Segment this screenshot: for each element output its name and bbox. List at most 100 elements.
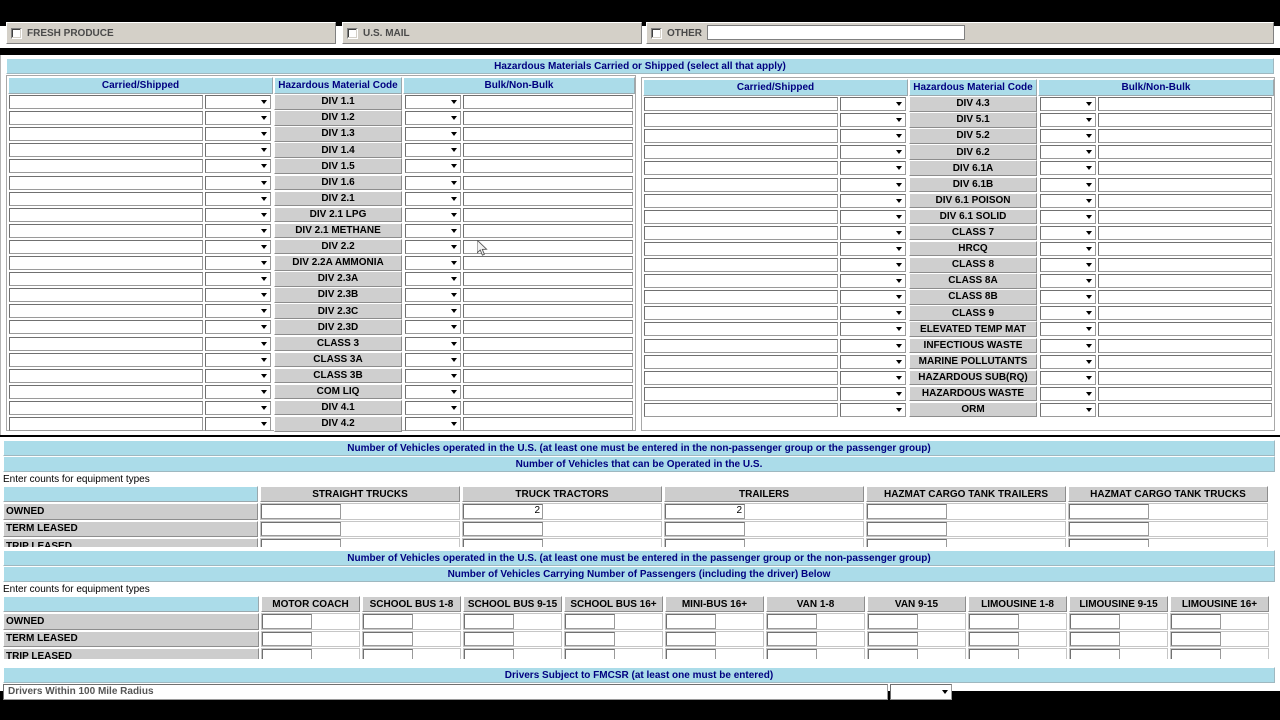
cargo-item-fresh-produce[interactable]: FRESH PRODUCE <box>6 22 336 44</box>
hazmat-right-carried-input[interactable] <box>644 161 838 176</box>
passenger-count-input[interactable] <box>868 614 918 629</box>
hazmat-right-carried-input[interactable] <box>644 193 838 208</box>
hazmat-left-carried-input[interactable] <box>9 239 203 254</box>
hazmat-left-carried-input[interactable] <box>9 320 203 335</box>
hazmat-right-carried-input[interactable] <box>644 402 838 417</box>
hazmat-left-bulk-input[interactable] <box>463 175 633 190</box>
hazmat-left-bulk-input[interactable] <box>463 143 633 158</box>
nonpassenger-count-input[interactable] <box>1069 521 1149 536</box>
hazmat-right-bulk-select[interactable] <box>1040 354 1096 369</box>
hazmat-left-carried-select[interactable] <box>205 207 271 222</box>
passenger-count-input[interactable] <box>1171 631 1221 646</box>
hazmat-right-bulk-input[interactable] <box>1098 129 1272 144</box>
hazmat-right-carried-select[interactable] <box>840 113 906 128</box>
hazmat-right-carried-select[interactable] <box>840 177 906 192</box>
hazmat-right-bulk-input[interactable] <box>1098 97 1272 111</box>
hazmat-left-carried-input[interactable] <box>9 191 203 206</box>
hazmat-right-carried-input[interactable] <box>644 241 838 256</box>
hazmat-left-bulk-select[interactable] <box>405 304 461 319</box>
hazmat-right-bulk-select[interactable] <box>1040 386 1096 401</box>
hazmat-right-bulk-select[interactable] <box>1040 113 1096 128</box>
hazmat-right-bulk-input[interactable] <box>1098 290 1272 305</box>
hazmat-right-bulk-input[interactable] <box>1098 145 1272 160</box>
hazmat-right-bulk-select[interactable] <box>1040 97 1096 111</box>
hazmat-right-carried-input[interactable] <box>644 258 838 272</box>
hazmat-left-bulk-select[interactable] <box>405 320 461 335</box>
hazmat-left-carried-input[interactable] <box>9 384 203 399</box>
passenger-count-input[interactable] <box>969 614 1019 629</box>
hazmat-right-bulk-select[interactable] <box>1040 338 1096 353</box>
hazmat-right-bulk-select[interactable] <box>1040 161 1096 176</box>
hazmat-right-bulk-select[interactable] <box>1040 370 1096 385</box>
passenger-count-input[interactable] <box>464 631 514 646</box>
hazmat-left-bulk-input[interactable] <box>463 159 633 174</box>
hazmat-left-bulk-select[interactable] <box>405 143 461 158</box>
hazmat-right-carried-input[interactable] <box>644 370 838 385</box>
hazmat-left-bulk-select[interactable] <box>405 159 461 174</box>
hazmat-right-carried-input[interactable] <box>644 129 838 144</box>
nonpassenger-count-input[interactable]: 2 <box>665 504 745 519</box>
hazmat-right-carried-select[interactable] <box>840 370 906 385</box>
hazmat-right-bulk-input[interactable] <box>1098 241 1272 256</box>
hazmat-left-bulk-select[interactable] <box>405 336 461 351</box>
hazmat-right-carried-input[interactable] <box>644 225 838 240</box>
passenger-count-input[interactable] <box>464 614 514 629</box>
hazmat-right-bulk-input[interactable] <box>1098 354 1272 369</box>
hazmat-right-bulk-input[interactable] <box>1098 258 1272 272</box>
hazmat-left-carried-input[interactable] <box>9 417 203 431</box>
hazmat-left-bulk-input[interactable] <box>463 239 633 254</box>
passenger-count-input[interactable] <box>767 614 817 629</box>
hazmat-right-bulk-select[interactable] <box>1040 177 1096 192</box>
hazmat-right-carried-select[interactable] <box>840 97 906 111</box>
passenger-count-input[interactable] <box>262 614 312 629</box>
hazmat-right-carried-select[interactable] <box>840 338 906 353</box>
hazmat-left-bulk-select[interactable] <box>405 368 461 383</box>
passenger-count-input[interactable] <box>565 631 615 646</box>
hazmat-left-bulk-input[interactable] <box>463 288 633 303</box>
hazmat-left-bulk-input[interactable] <box>463 256 633 270</box>
passenger-count-input[interactable] <box>262 631 312 646</box>
hazmat-left-carried-select[interactable] <box>205 336 271 351</box>
hazmat-left-carried-select[interactable] <box>205 400 271 415</box>
hazmat-left-carried-select[interactable] <box>205 159 271 174</box>
hazmat-left-bulk-input[interactable] <box>463 304 633 319</box>
hazmat-left-bulk-select[interactable] <box>405 95 461 109</box>
hazmat-left-bulk-select[interactable] <box>405 256 461 270</box>
hazmat-left-carried-input[interactable] <box>9 207 203 222</box>
hazmat-right-carried-select[interactable] <box>840 129 906 144</box>
hazmat-right-carried-input[interactable] <box>644 113 838 128</box>
hazmat-left-bulk-input[interactable] <box>463 111 633 126</box>
hazmat-left-bulk-select[interactable] <box>405 207 461 222</box>
hazmat-right-bulk-input[interactable] <box>1098 209 1272 224</box>
hazmat-right-carried-input[interactable] <box>644 338 838 353</box>
hazmat-right-carried-select[interactable] <box>840 258 906 272</box>
hazmat-left-carried-input[interactable] <box>9 400 203 415</box>
hazmat-left-bulk-select[interactable] <box>405 352 461 367</box>
cargo-other-input[interactable] <box>707 25 965 40</box>
hazmat-left-carried-select[interactable] <box>205 111 271 126</box>
hazmat-right-bulk-input[interactable] <box>1098 177 1272 192</box>
checkbox-us-mail[interactable] <box>347 28 358 39</box>
hazmat-right-bulk-select[interactable] <box>1040 129 1096 144</box>
hazmat-right-bulk-select[interactable] <box>1040 274 1096 289</box>
hazmat-left-bulk-input[interactable] <box>463 400 633 415</box>
hazmat-left-bulk-input[interactable] <box>463 272 633 287</box>
hazmat-right-carried-select[interactable] <box>840 290 906 305</box>
hazmat-left-carried-input[interactable] <box>9 352 203 367</box>
hazmat-left-carried-select[interactable] <box>205 127 271 142</box>
hazmat-left-carried-input[interactable] <box>9 159 203 174</box>
checkbox-other[interactable] <box>651 28 662 39</box>
hazmat-left-bulk-select[interactable] <box>405 400 461 415</box>
hazmat-right-carried-select[interactable] <box>840 193 906 208</box>
hazmat-left-carried-select[interactable] <box>205 191 271 206</box>
nonpassenger-count-input[interactable] <box>867 521 947 536</box>
hazmat-left-carried-select[interactable] <box>205 417 271 431</box>
passenger-count-input[interactable] <box>868 631 918 646</box>
hazmat-right-carried-select[interactable] <box>840 322 906 337</box>
hazmat-left-bulk-input[interactable] <box>463 384 633 399</box>
cargo-item-us-mail[interactable]: U.S. MAIL <box>342 22 642 44</box>
hazmat-right-bulk-input[interactable] <box>1098 402 1272 417</box>
hazmat-left-bulk-select[interactable] <box>405 175 461 190</box>
hazmat-right-carried-select[interactable] <box>840 209 906 224</box>
hazmat-left-bulk-select[interactable] <box>405 223 461 238</box>
